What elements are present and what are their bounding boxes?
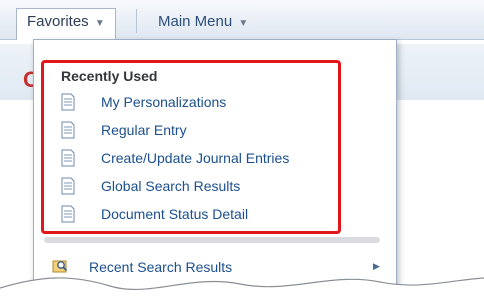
recent-item-label: Global Search Results [101,178,241,194]
recent-item-document-status-detail[interactable]: Document Status Detail [61,204,331,226]
recent-item-global-search-results[interactable]: Global Search Results [61,176,331,198]
main-menu[interactable]: Main Menu ▼ [148,9,258,37]
recent-item-label: Regular Entry [101,122,187,138]
chevron-down-icon: ▼ [94,18,105,29]
recent-item-regular-entry[interactable]: Regular Entry [61,120,331,142]
menu-divider [136,9,137,33]
main-menu-label: Main Menu [158,13,233,30]
recent-item-label: Create/Update Journal Entries [101,150,290,166]
recent-item-create-update-journal-entries[interactable]: Create/Update Journal Entries [61,148,331,170]
chevron-down-icon: ▼ [238,18,249,29]
torn-edge-decoration [0,277,484,298]
recently-used-heading: Recently Used [61,68,158,84]
recent-item-label: Document Status Detail [101,206,249,222]
horizontal-scrollbar[interactable] [44,237,380,243]
document-icon [61,149,75,167]
document-icon [61,93,75,111]
menu-bar: Favorites ▼ Main Menu ▼ [0,0,484,40]
favorites-menu-label: Favorites [27,13,89,30]
recent-item-my-personalizations[interactable]: My Personalizations [61,92,331,114]
document-icon [61,121,75,139]
document-icon [61,205,75,223]
document-icon [61,177,75,195]
favorites-menu[interactable]: Favorites ▼ [16,8,116,40]
recent-item-label: My Personalizations [101,94,227,110]
screenshot-frame: C Favorites ▼ Main Menu ▼ Recently Used … [0,0,484,298]
